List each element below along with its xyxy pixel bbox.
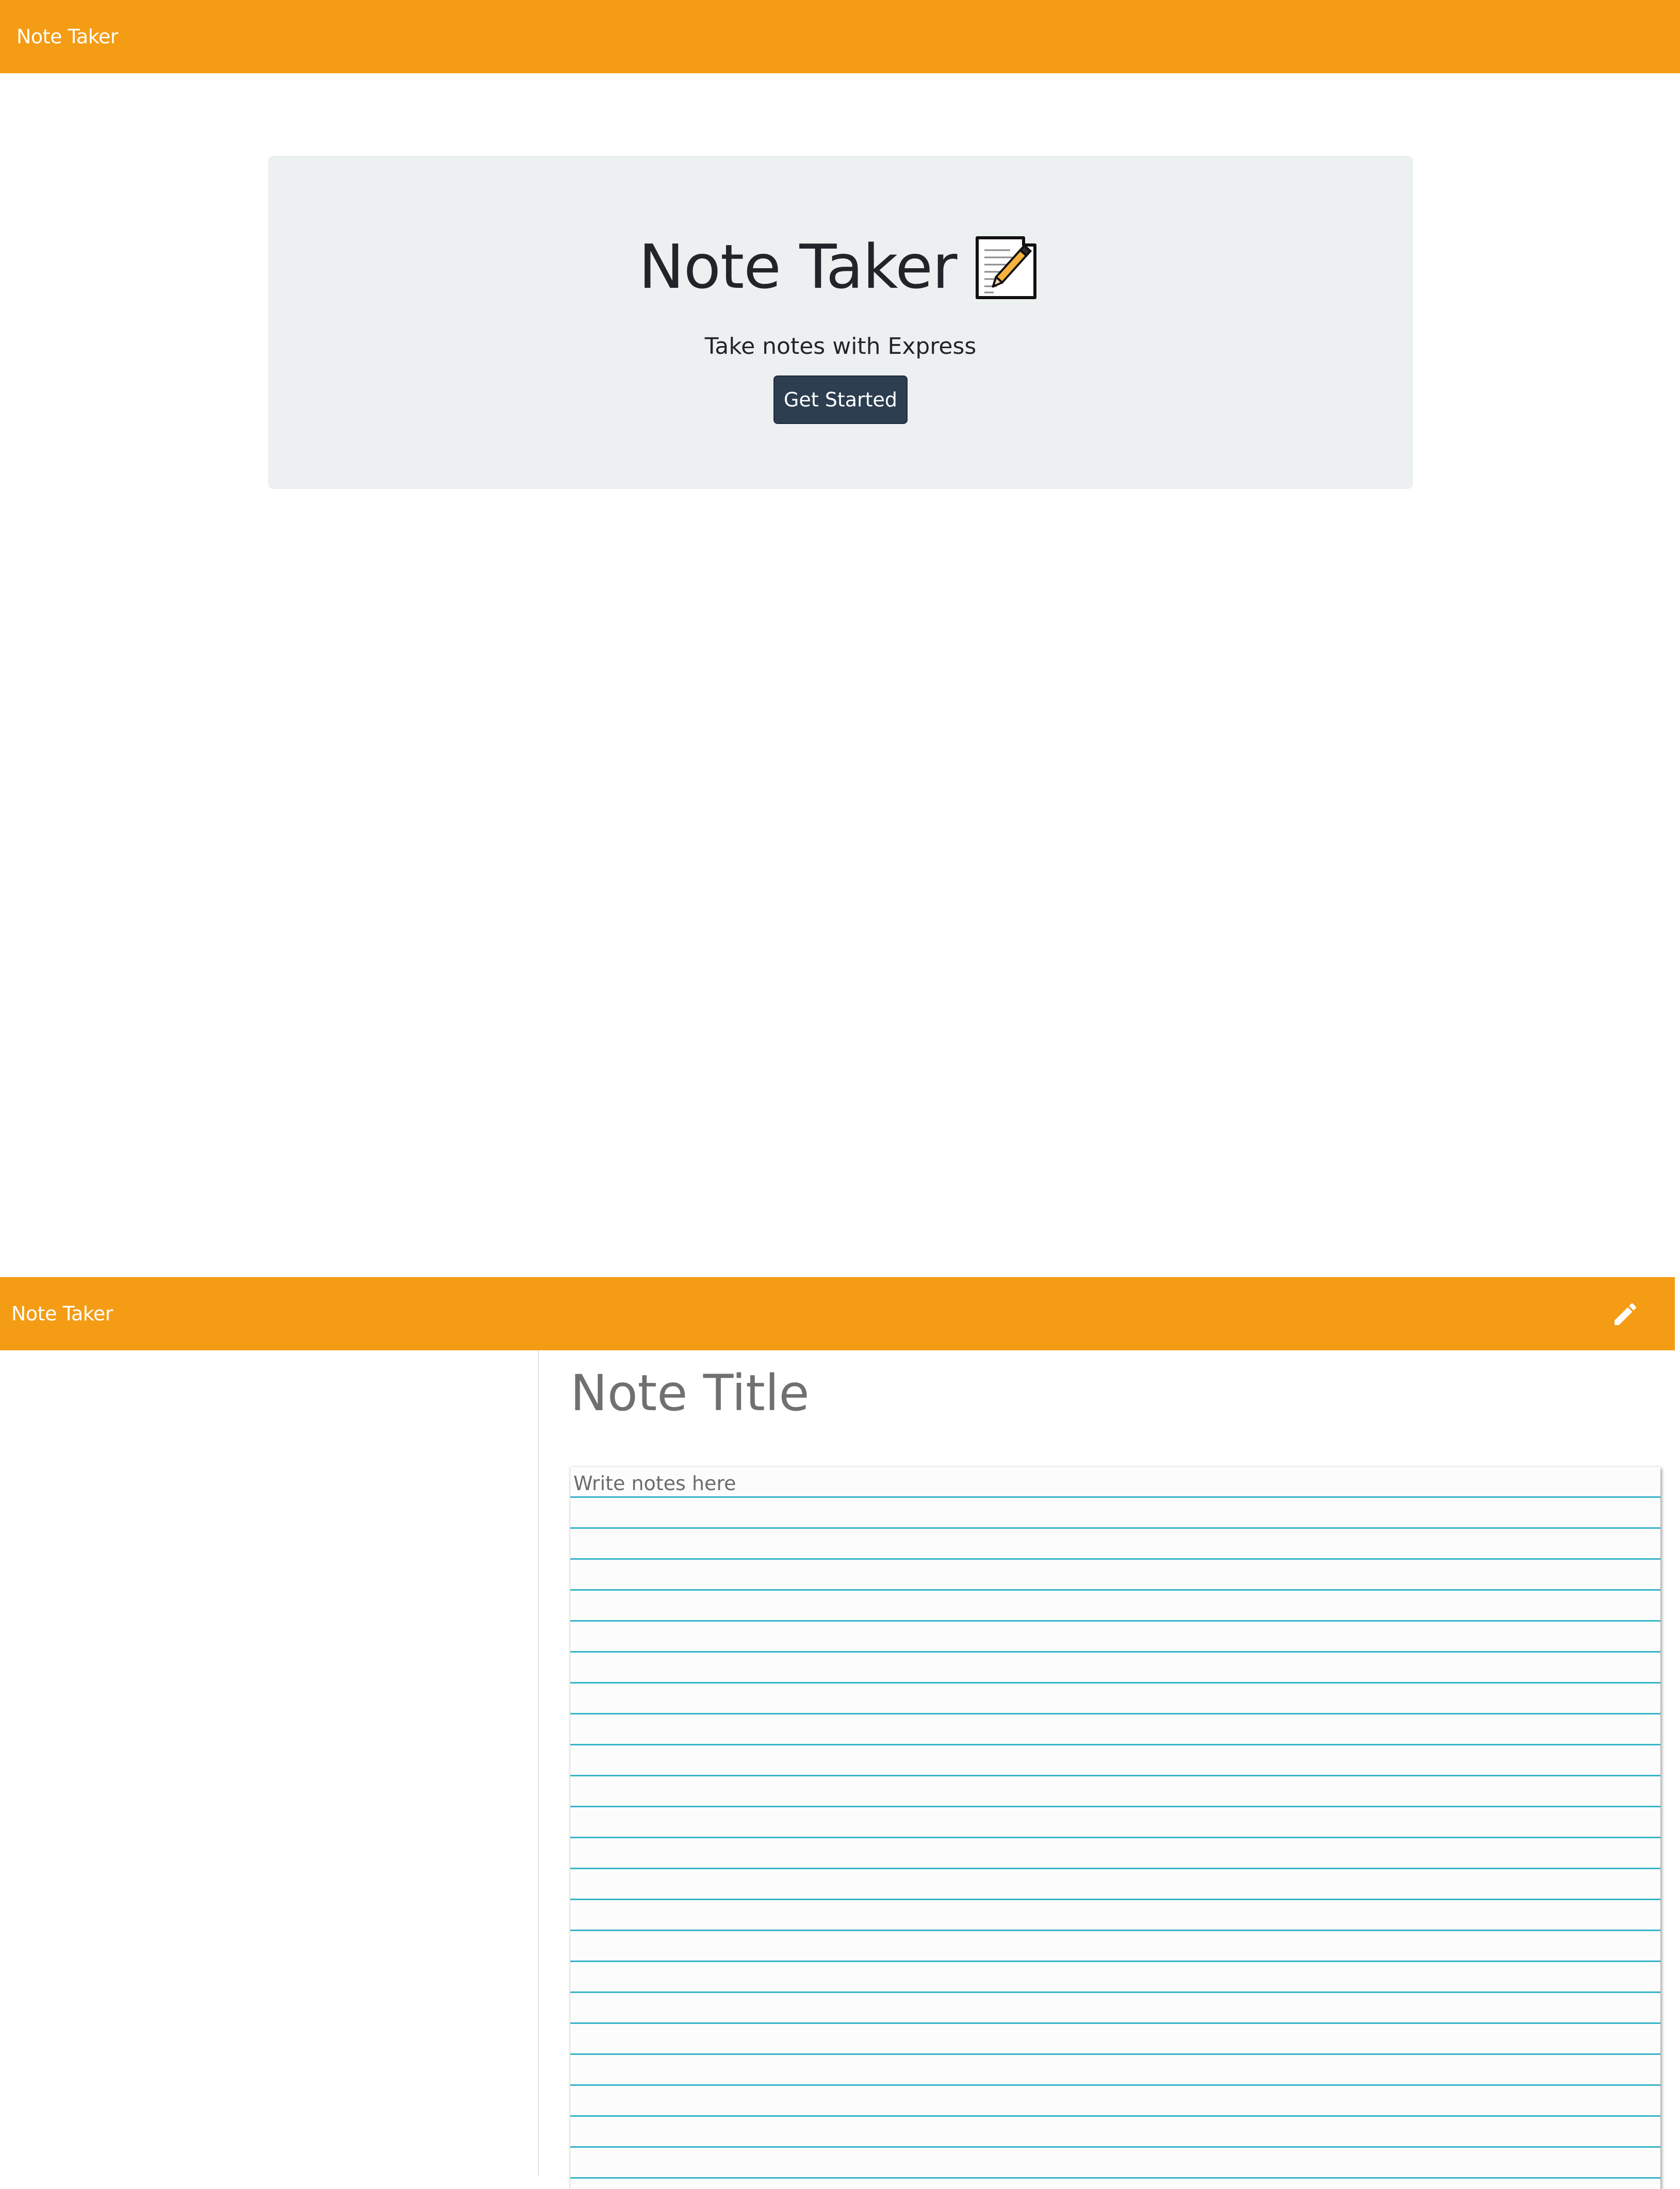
notes-page: Note Taker — [0, 1277, 1680, 2189]
notes-list-sidebar — [0, 1350, 539, 2177]
note-textarea[interactable] — [570, 1467, 1660, 2189]
get-started-button[interactable]: Get Started — [773, 375, 908, 424]
notes-navbar: Note Taker — [0, 1277, 1675, 1350]
note-title-input[interactable] — [570, 1354, 1657, 1432]
jumbotron-subtitle: Take notes with Express — [704, 333, 977, 360]
new-note-button[interactable] — [1608, 1298, 1643, 1331]
pencil-icon — [1615, 1303, 1637, 1325]
memo-notepad-icon — [976, 236, 1037, 299]
jumbotron-title-row: Note Taker — [268, 228, 1413, 305]
landing-page: Note Taker Note Taker Take notes with Ex… — [0, 0, 1680, 1277]
notes-navbar-brand-link[interactable]: Note Taker — [11, 1302, 113, 1325]
page-title: Note Taker — [638, 231, 958, 302]
jumbotron: Note Taker Take notes with Express Get S… — [268, 156, 1413, 489]
top-navbar: Note Taker — [0, 0, 1680, 73]
navbar-brand-link[interactable]: Note Taker — [17, 25, 118, 48]
